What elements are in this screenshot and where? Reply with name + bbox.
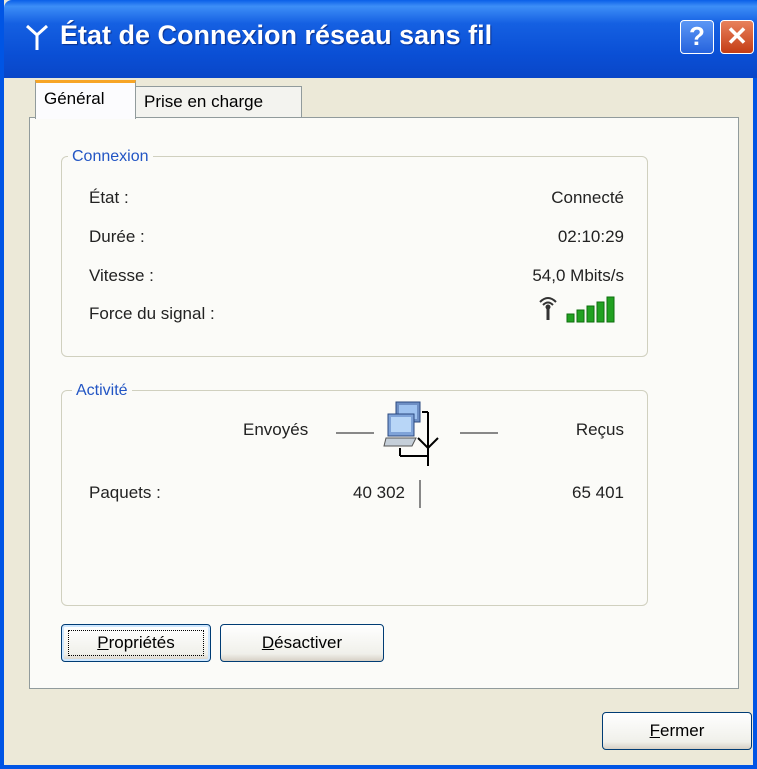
tab-support[interactable]: Prise en charge [135,86,302,117]
duration-value: 02:10:29 [557,227,624,246]
speed-label: Vitesse : [89,266,154,285]
tab-general[interactable]: Général [35,80,136,119]
window-title: État de Connexion réseau sans fil [60,20,493,50]
signal-bar [566,313,575,323]
close-accelerator: F [649,721,660,740]
sent-line [336,432,374,434]
speed-value: 54,0 Mbits/s [532,266,624,285]
sent-label: Envoyés [243,420,309,439]
packets-received-value: 65 401 [572,483,624,502]
disable-accelerator: D [261,633,275,652]
signal-strength-icon [539,296,615,323]
tab-panel-general: Connexion État : Connecté Durée : 02:10:… [29,117,739,689]
received-line [460,432,498,434]
signal-bars [566,296,615,323]
connection-group [61,156,648,357]
connection-group-legend: Connexion [68,148,153,166]
packets-label: Paquets : [89,483,161,502]
disable-label: ésactiver [274,633,343,652]
dialog-window: État de Connexion réseau sans fil ? ✕ Gé… [0,0,757,769]
packets-divider [419,480,421,508]
signal-bar [596,301,605,323]
disable-button[interactable]: Désactiver [220,624,384,662]
duration-label: Durée : [89,227,145,246]
activity-group-legend: Activité [72,382,132,400]
network-computers-icon [383,401,439,466]
focus-ring [68,630,204,656]
received-label: Reçus [575,420,624,439]
wireless-antenna-icon [25,24,49,50]
close-button[interactable]: Fermer [602,712,752,750]
close-window-button[interactable]: ✕ [720,20,754,54]
signal-strength-label: Force du signal : [89,304,215,323]
help-button[interactable]: ? [680,20,714,54]
signal-bar [576,309,585,323]
signal-bar [606,296,615,323]
signal-bar [586,305,595,323]
title-bar[interactable]: État de Connexion réseau sans fil ? ✕ [4,0,757,78]
packets-sent-value: 40 302 [353,483,405,502]
state-value: Connecté [551,188,624,207]
state-label: État : [89,188,129,207]
properties-button[interactable]: Propriétés [61,624,211,662]
wireless-antenna-icon [539,297,557,320]
close-label: ermer [659,721,705,740]
